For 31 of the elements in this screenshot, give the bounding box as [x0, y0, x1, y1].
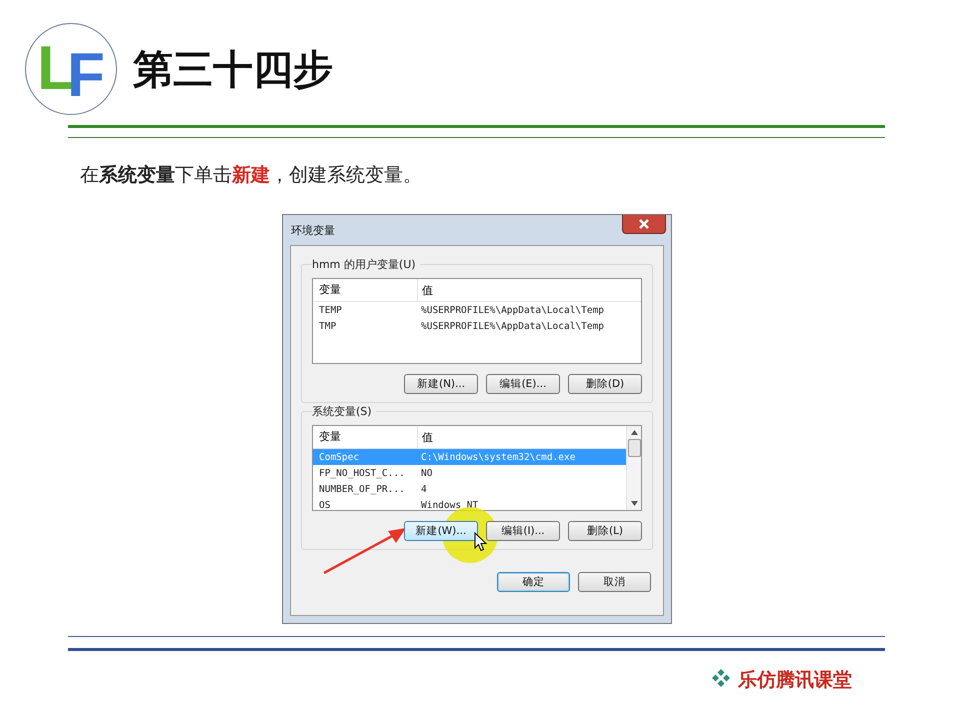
list-row[interactable]: OS Windows_NT — [313, 497, 626, 513]
column-header[interactable]: 值 — [418, 430, 626, 444]
instruction-text: 在系统变量下单击新建，创建系统变量。 — [80, 163, 423, 188]
list-row[interactable]: NUMBER_OF_PR... 4 — [313, 481, 626, 497]
group-label: hmm 的用户变量(U) — [312, 257, 420, 272]
cursor-icon — [474, 532, 487, 552]
scroll-up-icon[interactable] — [630, 430, 638, 435]
list-row[interactable]: FP_NO_HOST_C... NO — [313, 465, 626, 481]
slide-title: 第三十四步 — [133, 46, 333, 94]
dialog-button[interactable]: 编辑(I)... — [486, 521, 560, 541]
logo: LF — [25, 23, 117, 115]
dialog-button[interactable]: 编辑(E)... — [486, 374, 560, 394]
dialog-button[interactable]: 取消 — [578, 572, 651, 592]
dialog-button[interactable]: 删除(D) — [568, 374, 642, 394]
dialog-button[interactable]: 确定 — [497, 572, 570, 592]
column-header[interactable]: 值 — [418, 282, 641, 298]
brand-name: 乐仿腾讯课堂 — [738, 668, 852, 693]
group-label: 系统变量(S) — [312, 404, 376, 419]
close-icon — [638, 219, 650, 229]
dialog-button[interactable]: 新建(N)... — [404, 374, 478, 394]
close-button[interactable] — [622, 215, 666, 234]
scrollbar[interactable] — [626, 426, 641, 510]
dialog-button[interactable]: 删除(L) — [568, 521, 642, 541]
list-row[interactable]: TMP %USERPROFILE%\AppData\Local\Temp — [313, 318, 641, 334]
dialog-button[interactable]: 新建(W)... — [404, 521, 478, 541]
column-header[interactable]: 变量 — [313, 426, 418, 448]
scroll-down-icon[interactable] — [630, 501, 638, 506]
column-header[interactable]: 变量 — [313, 279, 418, 301]
list-row[interactable]: TEMP %USERPROFILE%\AppData\Local\Temp — [313, 302, 641, 318]
scroll-thumb[interactable] — [628, 439, 640, 457]
window-title: 环境变量 — [291, 223, 335, 238]
